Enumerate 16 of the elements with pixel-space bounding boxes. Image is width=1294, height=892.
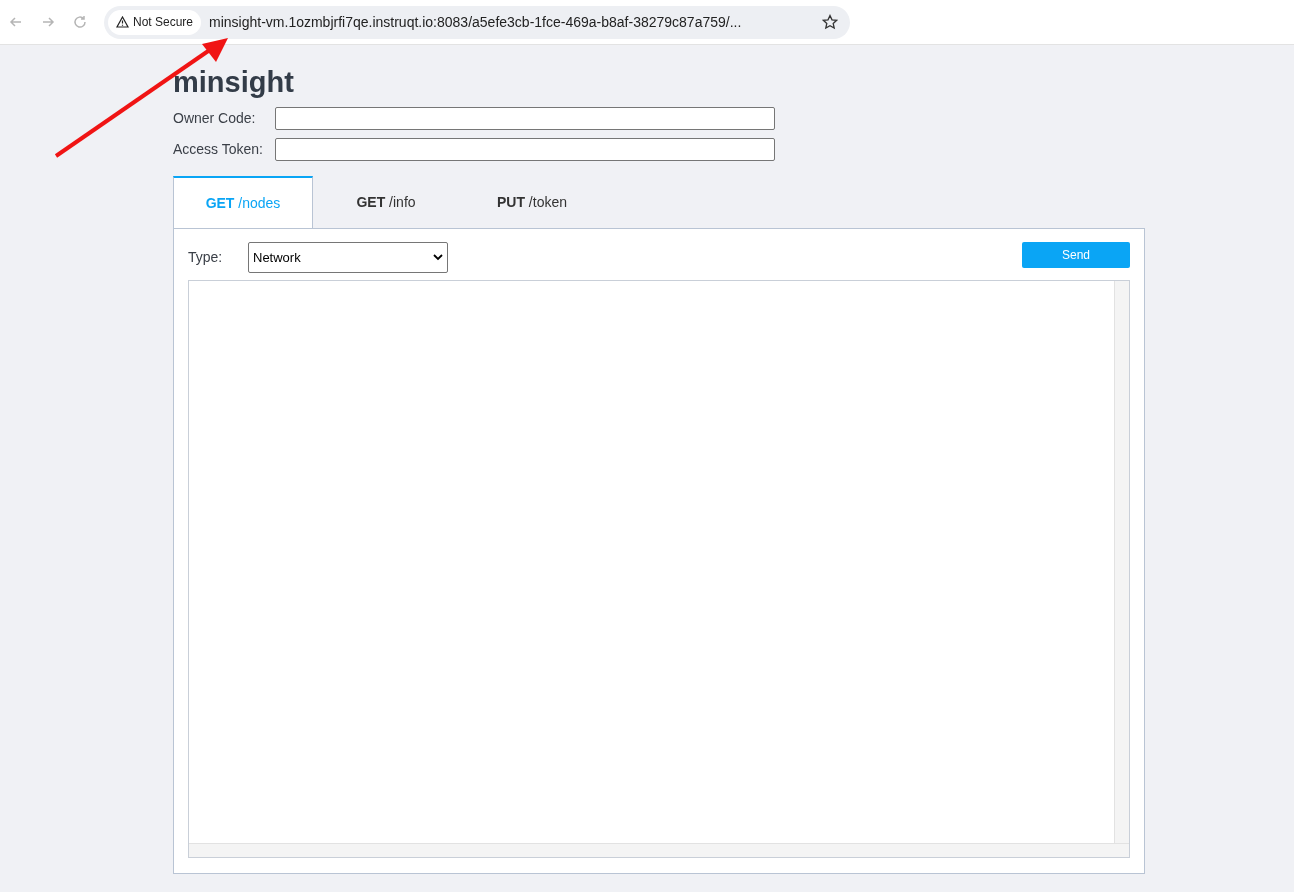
security-chip[interactable]: Not Secure bbox=[108, 9, 202, 35]
warning-icon bbox=[116, 16, 129, 28]
security-label: Not Secure bbox=[133, 14, 194, 31]
chevron-icon bbox=[433, 254, 443, 261]
address-bar[interactable]: Not Secure minsight-vm.1ozmbjrfi7qe.instruqt.io:8083/a5efe3cb-1fce-469a-b8af-38279c87a759/... bbox=[104, 5, 850, 39]
field-label: Access Token: bbox=[173, 140, 264, 159]
tab[interactable]: GET /info bbox=[313, 176, 459, 228]
tab[interactable]: PUT /token bbox=[459, 176, 605, 228]
type-select[interactable]: Network bbox=[248, 242, 448, 273]
field-label: Owner Code: bbox=[173, 109, 257, 128]
input-field[interactable] bbox=[275, 107, 775, 130]
type-label: Type: bbox=[188, 248, 224, 267]
input-field[interactable] bbox=[275, 138, 775, 161]
url-text: minsight-vm.1ozmbjrfi7qe.instruqt.io:8083/a5efe3cb-1fce-469a-b8af-38279c87a759/... bbox=[209, 12, 743, 32]
star-icon[interactable] bbox=[822, 14, 838, 30]
app-title: minsight bbox=[173, 65, 295, 99]
